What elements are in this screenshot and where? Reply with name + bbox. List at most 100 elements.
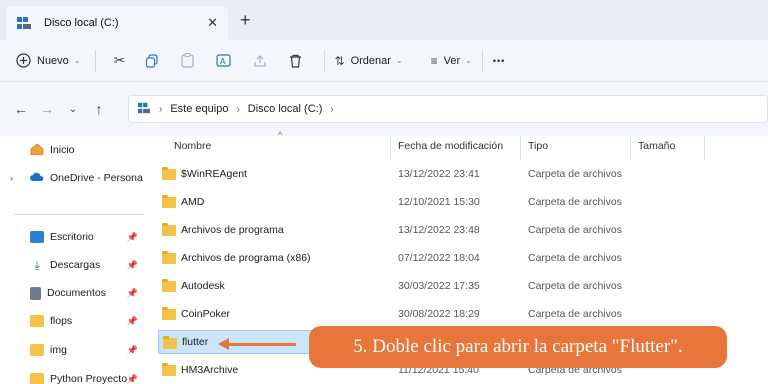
delete-icon[interactable] (278, 54, 314, 68)
sidebar-item-label: Documentos (47, 287, 106, 299)
column-divider[interactable] (630, 136, 631, 160)
add-circle-icon (16, 53, 31, 68)
file-type: Carpeta de archivos (528, 252, 622, 264)
toolbar-divider (94, 49, 96, 72)
chevron-down-icon: ⌄ (465, 56, 472, 65)
column-headers: ^ Nombre Fecha de modificación Tipo Tama… (150, 130, 768, 160)
sort-button[interactable]: ⇅ Ordenar ⌄ (335, 54, 403, 68)
sidebar-item-label: Inicio (50, 144, 75, 156)
view-label: Ver (443, 54, 461, 67)
folder-icon (30, 315, 44, 327)
view-list-icon: ≡ (430, 53, 438, 68)
sidebar-item-python[interactable]: Python Proyecto 📌 (0, 367, 150, 384)
sort-label: Ordenar (350, 54, 391, 67)
sidebar-item-documents[interactable]: Documentos 📌 (0, 281, 150, 305)
folder-icon (162, 251, 176, 264)
file-name: $WinREAgent (181, 168, 247, 180)
cut-icon[interactable]: ✂ (106, 52, 134, 69)
column-size[interactable]: Tamaño (638, 140, 675, 152)
forward-arrow-icon[interactable]: → (40, 101, 54, 117)
rename-icon[interactable]: A (206, 53, 242, 68)
sort-up-icon: ^ (278, 130, 283, 140)
file-date: 12/10/2021 15:30 (398, 196, 480, 208)
sidebar-item-label: Python Proyecto (50, 373, 128, 384)
file-date: 30/03/2022 17:35 (398, 280, 480, 292)
list-item[interactable]: $WinREAgent 13/12/2022 23:41 Carpeta de … (156, 162, 756, 186)
navigation-pane: Inicio › OneDrive - Persona Escritorio 📌… (0, 136, 150, 384)
pin-icon[interactable]: 📌 (127, 288, 138, 299)
command-bar: Nuevo ⌄ ✂ A ⇅ Ordenar ⌄ ≡ Ver ⌄ ••• (0, 40, 768, 82)
file-name: HM3Archive (181, 364, 239, 376)
up-arrow-icon[interactable]: ↑ (92, 101, 106, 117)
list-item[interactable]: CoinPoker 30/08/2022 18:29 Carpeta de ar… (156, 302, 756, 326)
column-divider[interactable] (390, 136, 391, 160)
pin-icon[interactable]: 📌 (127, 260, 138, 271)
recent-chevron-icon[interactable]: ⌄ (66, 104, 80, 115)
list-item[interactable]: Archivos de programa 13/12/2022 23:48 Ca… (156, 218, 756, 242)
folder-icon (30, 344, 44, 356)
new-tab-button[interactable]: + (240, 10, 251, 31)
toolbar-divider (323, 49, 325, 72)
sidebar-item-img[interactable]: img 📌 (0, 338, 150, 362)
folder-icon (162, 195, 176, 208)
sidebar-item-downloads[interactable]: ⤓ Descargas 📌 (0, 253, 150, 277)
sidebar-item-flops[interactable]: flops 📌 (0, 309, 150, 333)
file-date: 13/12/2022 23:41 (398, 168, 480, 180)
sidebar-item-onedrive[interactable]: › OneDrive - Persona (0, 166, 150, 190)
new-label: Nuevo (37, 54, 69, 67)
sidebar-item-label: OneDrive - Persona (50, 172, 143, 184)
tab-disco-local[interactable]: Disco local (C:) ✕ (6, 6, 228, 40)
pin-icon[interactable]: 📌 (127, 316, 138, 327)
list-item[interactable]: AMD 12/10/2021 15:30 Carpeta de archivos (156, 190, 756, 214)
callout-arrow-line (226, 343, 296, 346)
folder-icon (162, 167, 176, 180)
breadcrumb-chevron-icon: › (330, 103, 334, 115)
sort-icon: ⇅ (334, 53, 345, 68)
paste-icon[interactable] (170, 53, 206, 68)
chevron-down-icon: ⌄ (395, 56, 403, 65)
folder-icon (162, 307, 176, 320)
address-bar[interactable]: › Este equipo › Disco local (C:) › (128, 95, 768, 123)
tab-strip: Disco local (C:) ✕ + (0, 0, 768, 40)
folder-icon (162, 363, 176, 376)
expand-chevron-icon[interactable]: › (10, 173, 22, 183)
callout-arrow-icon (218, 338, 229, 350)
tab-title: Disco local (C:) (44, 17, 119, 29)
column-name[interactable]: Nombre (174, 140, 211, 152)
desktop-icon (30, 231, 44, 243)
pin-icon[interactable]: 📌 (127, 345, 138, 356)
sidebar-item-desktop[interactable]: Escritorio 📌 (0, 225, 150, 249)
file-type: Carpeta de archivos (528, 196, 622, 208)
back-arrow-icon[interactable]: ← (14, 101, 28, 117)
navigation-bar: ← → ⌄ ↑ › Este equipo › Disco local (C:)… (0, 82, 768, 136)
pin-icon[interactable]: 📌 (127, 374, 138, 384)
view-button[interactable]: ≡ Ver ⌄ (431, 54, 472, 68)
share-icon[interactable] (242, 54, 278, 68)
list-item[interactable]: Autodesk 30/03/2022 17:35 Carpeta de arc… (156, 274, 756, 298)
column-type[interactable]: Tipo (528, 140, 548, 152)
copy-icon[interactable] (134, 53, 170, 68)
list-item[interactable]: Archivos de programa (x86) 07/12/2022 18… (156, 246, 756, 270)
file-name: flutter (182, 336, 209, 348)
column-date[interactable]: Fecha de modificación (398, 140, 503, 152)
instruction-callout: 5. Doble clic para abrir la carpeta "Flu… (309, 326, 727, 368)
sidebar-item-home[interactable]: Inicio (0, 138, 150, 162)
file-type: Carpeta de archivos (528, 168, 622, 180)
file-name: Archivos de programa (181, 224, 284, 236)
cloud-icon (30, 172, 44, 185)
this-pc-icon (137, 102, 151, 117)
more-options-button[interactable]: ••• (493, 56, 505, 66)
breadcrumb-chevron-icon: › (159, 103, 163, 115)
column-divider[interactable] (520, 136, 521, 160)
breadcrumb-this-pc[interactable]: Este equipo (170, 103, 228, 115)
breadcrumb-local-disk[interactable]: Disco local (C:) (248, 103, 323, 115)
new-button[interactable]: Nuevo ⌄ (16, 53, 81, 68)
column-divider[interactable] (704, 136, 705, 160)
file-name: CoinPoker (181, 308, 231, 320)
file-name: AMD (181, 196, 205, 208)
close-tab-icon[interactable]: ✕ (207, 15, 218, 31)
pin-icon[interactable]: 📌 (127, 232, 138, 243)
sidebar-divider (14, 214, 144, 215)
download-icon: ⤓ (34, 257, 40, 272)
folder-icon (30, 373, 44, 384)
